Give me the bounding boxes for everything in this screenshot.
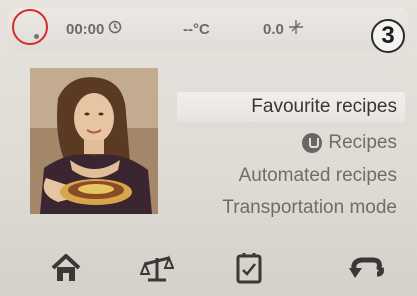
timer-display[interactable]: 00:00 bbox=[66, 18, 122, 40]
menu-item-label: Automated recipes bbox=[238, 165, 397, 186]
device-screen: 00:00 --°C 0.0 3 Favourite recipes Recip… bbox=[0, 0, 417, 296]
temperature-value: --°C bbox=[183, 20, 210, 38]
timer-button[interactable] bbox=[225, 246, 273, 290]
menu-item-label: Recipes bbox=[328, 132, 397, 153]
menu-item-favourite-recipes[interactable]: Favourite recipes bbox=[177, 92, 405, 122]
reverse-icon bbox=[347, 252, 385, 284]
temperature-display[interactable]: --°C bbox=[183, 18, 210, 40]
status-bar: 00:00 --°C 0.0 bbox=[8, 8, 409, 50]
scale-button[interactable] bbox=[133, 246, 181, 290]
menu-item-label: Transportation mode bbox=[222, 197, 397, 218]
bottom-nav-bar bbox=[0, 242, 417, 296]
callout-number: 3 bbox=[371, 19, 405, 53]
timer-value: 00:00 bbox=[66, 20, 105, 38]
clock-icon bbox=[108, 20, 122, 38]
fan-icon bbox=[288, 19, 304, 39]
menu-item-automated-recipes[interactable]: Automated recipes bbox=[239, 161, 397, 191]
home-icon bbox=[49, 252, 83, 284]
menu-item-label: Favourite recipes bbox=[251, 96, 397, 117]
recipe-photo bbox=[30, 68, 158, 214]
speed-display[interactable]: 0.0 bbox=[263, 18, 304, 40]
reverse-button[interactable] bbox=[342, 246, 390, 290]
scale-icon bbox=[140, 252, 174, 284]
recipe-icon bbox=[302, 133, 323, 153]
speed-value: 0.0 bbox=[263, 20, 284, 38]
callout-circle bbox=[12, 9, 48, 45]
menu-item-transportation-mode[interactable]: Transportation mode bbox=[222, 193, 397, 223]
timer-icon bbox=[232, 252, 266, 284]
menu-item-recipes[interactable]: Recipes bbox=[302, 128, 397, 158]
home-button[interactable] bbox=[42, 246, 90, 290]
